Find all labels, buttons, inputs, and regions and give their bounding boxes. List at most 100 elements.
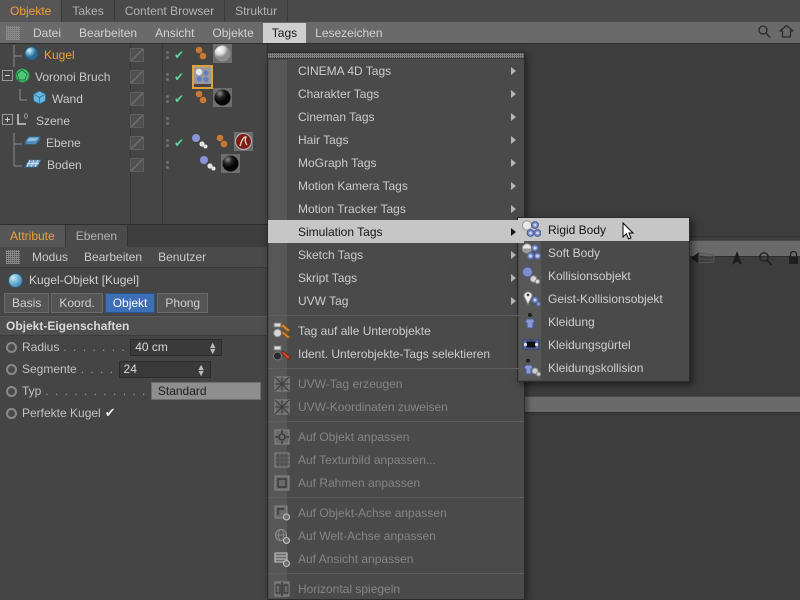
table-row[interactable]: Boden bbox=[0, 154, 267, 176]
submenu-item-kollisionsobjekt[interactable]: Kollisionsobjekt bbox=[518, 264, 689, 287]
table-row[interactable]: Voronoi Bruch ✔ bbox=[0, 65, 267, 89]
submenu-item-kleidungsguertel[interactable]: Kleidungsgürtel bbox=[518, 333, 689, 356]
visibility-dots[interactable] bbox=[160, 95, 174, 103]
tag-material-black-icon[interactable] bbox=[221, 154, 240, 176]
perfekte-kugel-checkbox[interactable]: ✔ bbox=[105, 405, 116, 421]
tab-objekte[interactable]: Objekte bbox=[0, 0, 63, 22]
enable-check-icon[interactable]: ✔ bbox=[174, 49, 184, 61]
tag-material-white-icon[interactable] bbox=[213, 44, 233, 66]
visibility-toggle[interactable] bbox=[130, 136, 144, 150]
table-row[interactable]: 0 Szene bbox=[0, 110, 267, 132]
menu-objekte[interactable]: Objekte bbox=[203, 23, 262, 43]
visibility-dots[interactable] bbox=[160, 73, 174, 81]
menu-item-motion-kamera-tags[interactable]: Motion Kamera Tags bbox=[268, 174, 524, 197]
menu-item-mograph-tags[interactable]: MoGraph Tags bbox=[268, 151, 524, 174]
radius-input[interactable]: 40 cm ▲ ▼ bbox=[130, 338, 223, 356]
magnify-icon[interactable] bbox=[758, 251, 773, 269]
animate-dot-icon[interactable] bbox=[6, 363, 17, 375]
menu-datei[interactable]: Datei bbox=[24, 23, 70, 43]
visibility-dots[interactable] bbox=[160, 139, 174, 147]
spinner-icon[interactable]: ▲ ▼ bbox=[197, 362, 206, 377]
visibility-dots[interactable] bbox=[160, 117, 174, 125]
menu-item-uvw-tag[interactable]: UVW Tag bbox=[268, 289, 524, 312]
tag-material-black-icon[interactable] bbox=[213, 88, 233, 110]
spinner-icon[interactable]: ▲ ▼ bbox=[208, 340, 217, 355]
subtab-phong[interactable]: Phong bbox=[157, 293, 209, 313]
menu-item-ident-unterobjekte-tags-selektieren[interactable]: Ident. Unterobjekte-Tags selektieren bbox=[268, 342, 524, 365]
menu-item-cineman-tags[interactable]: Cineman Tags bbox=[268, 105, 524, 128]
animate-dot-icon[interactable] bbox=[6, 407, 17, 419]
tag-voronoi-selected-icon[interactable] bbox=[192, 65, 214, 89]
menu-item-auf-welt-achse-anpassen[interactable]: Auf Welt-Achse anpassen bbox=[268, 524, 524, 547]
tab-takes[interactable]: Takes bbox=[62, 0, 115, 22]
visibility-dots[interactable] bbox=[160, 51, 174, 59]
table-row[interactable]: Wand ✔ bbox=[0, 88, 267, 110]
tab-content-browser[interactable]: Content Browser bbox=[114, 0, 226, 22]
submenu-item-kleidungskollision[interactable]: Kleidungskollision bbox=[518, 356, 689, 379]
subtab-basis[interactable]: Basis bbox=[4, 293, 50, 313]
tab-struktur[interactable]: Struktur bbox=[225, 0, 289, 22]
menu-item-simulation-tags[interactable]: Simulation Tags bbox=[268, 220, 524, 243]
visibility-toggle[interactable] bbox=[130, 114, 144, 128]
tag-orange-dots-icon[interactable] bbox=[213, 133, 233, 154]
menu-grip-icon[interactable] bbox=[6, 25, 20, 40]
home-icon[interactable] bbox=[779, 24, 794, 41]
tab-ebenen[interactable]: Ebenen bbox=[65, 225, 129, 247]
menu-tags[interactable]: Tags bbox=[262, 22, 307, 43]
move-view-icon[interactable] bbox=[690, 251, 716, 268]
menu-item-charakter-tags[interactable]: Charakter Tags bbox=[268, 82, 524, 105]
submenu-item-rigid-body[interactable]: Rigid Body bbox=[518, 218, 689, 241]
visibility-toggle[interactable] bbox=[130, 48, 144, 62]
animate-dot-icon[interactable] bbox=[6, 385, 17, 397]
typ-dropdown[interactable]: Standard bbox=[150, 382, 261, 400]
table-row[interactable]: Ebene ✔ bbox=[0, 132, 267, 155]
menu-item-auf-texturbild-anpassen[interactable]: Auf Texturbild anpassen... bbox=[268, 448, 524, 471]
submenu-item-geist-kollisionsobjekt[interactable]: Geist-Kollisionsobjekt bbox=[518, 287, 689, 310]
menu-item-uvw-koordinaten-zuweisen[interactable]: UVW-Koordinaten zuweisen bbox=[268, 395, 524, 418]
visibility-toggle[interactable] bbox=[130, 70, 144, 84]
menu-bearbeiten-attr[interactable]: Bearbeiten bbox=[76, 250, 150, 264]
expander-minus-icon[interactable] bbox=[2, 70, 13, 84]
tag-blue-dots-icon[interactable] bbox=[198, 155, 220, 176]
submenu-item-soft-body[interactable]: Soft Body bbox=[518, 241, 689, 264]
tag-orange-dots-icon[interactable] bbox=[192, 89, 212, 110]
menu-item-skript-tags[interactable]: Skript Tags bbox=[268, 266, 524, 289]
expander-plus-icon[interactable] bbox=[2, 114, 13, 128]
menu-item-cinema-4d-tags[interactable]: CINEMA 4D Tags bbox=[268, 59, 524, 82]
animate-dot-icon[interactable] bbox=[6, 341, 17, 353]
menu-item-tag-auf-alle-unterobjekte[interactable]: Tag auf alle Unterobjekte bbox=[268, 319, 524, 342]
enable-check-icon[interactable]: ✔ bbox=[174, 137, 184, 149]
enable-check-icon[interactable]: ✔ bbox=[174, 93, 184, 105]
camera-icon[interactable] bbox=[730, 250, 744, 269]
tag-dynamics-red-icon[interactable] bbox=[234, 132, 254, 154]
menu-item-hair-tags[interactable]: Hair Tags bbox=[268, 128, 524, 151]
tag-orange-dots-icon[interactable] bbox=[192, 45, 212, 66]
menu-item-sketch-tags[interactable]: Sketch Tags bbox=[268, 243, 524, 266]
submenu-item-kleidung[interactable]: Kleidung bbox=[518, 310, 689, 333]
menu-item-motion-tracker-tags[interactable]: Motion Tracker Tags bbox=[268, 197, 524, 220]
visibility-toggle[interactable] bbox=[130, 158, 144, 172]
visibility-toggle[interactable] bbox=[130, 92, 144, 106]
tag-blue-dots-icon[interactable] bbox=[190, 133, 212, 154]
search-icon[interactable] bbox=[757, 24, 771, 41]
menu-bearbeiten[interactable]: Bearbeiten bbox=[70, 23, 146, 43]
subtab-objekt[interactable]: Objekt bbox=[104, 293, 156, 313]
enable-check-icon[interactable]: ✔ bbox=[174, 71, 184, 83]
subtab-koord[interactable]: Koord. bbox=[51, 293, 103, 313]
menu-modus[interactable]: Modus bbox=[24, 250, 76, 264]
menu-item-auf-objekt-anpassen[interactable]: Auf Objekt anpassen bbox=[268, 425, 524, 448]
menu-ansicht[interactable]: Ansicht bbox=[146, 23, 203, 43]
menu-item-auf-objekt-achse-anpassen[interactable]: Auf Objekt-Achse anpassen bbox=[268, 501, 524, 524]
visibility-dots[interactable] bbox=[160, 161, 174, 169]
lock-icon[interactable] bbox=[787, 250, 800, 269]
table-row[interactable]: Kugel ✔ bbox=[0, 44, 267, 67]
menu-item-uvw-tag-erzeugen[interactable]: UVW-Tag erzeugen bbox=[268, 372, 524, 395]
menu-lesezeichen[interactable]: Lesezeichen bbox=[306, 23, 391, 43]
menu-benutzer[interactable]: Benutzer bbox=[150, 250, 214, 264]
menu-grip-icon[interactable] bbox=[6, 250, 20, 264]
segmente-input[interactable]: 24 ▲ ▼ bbox=[118, 360, 211, 378]
menu-item-horizontal-spiegeln[interactable]: Horizontal spiegeln bbox=[268, 577, 524, 600]
menu-item-auf-ansicht-anpassen[interactable]: Auf Ansicht anpassen bbox=[268, 547, 524, 570]
menu-item-auf-rahmen-anpassen[interactable]: Auf Rahmen anpassen bbox=[268, 471, 524, 494]
object-manager[interactable]: Kugel ✔ Voronoi Bruch ✔ Wand ✔ 0 Szene E… bbox=[0, 44, 268, 225]
